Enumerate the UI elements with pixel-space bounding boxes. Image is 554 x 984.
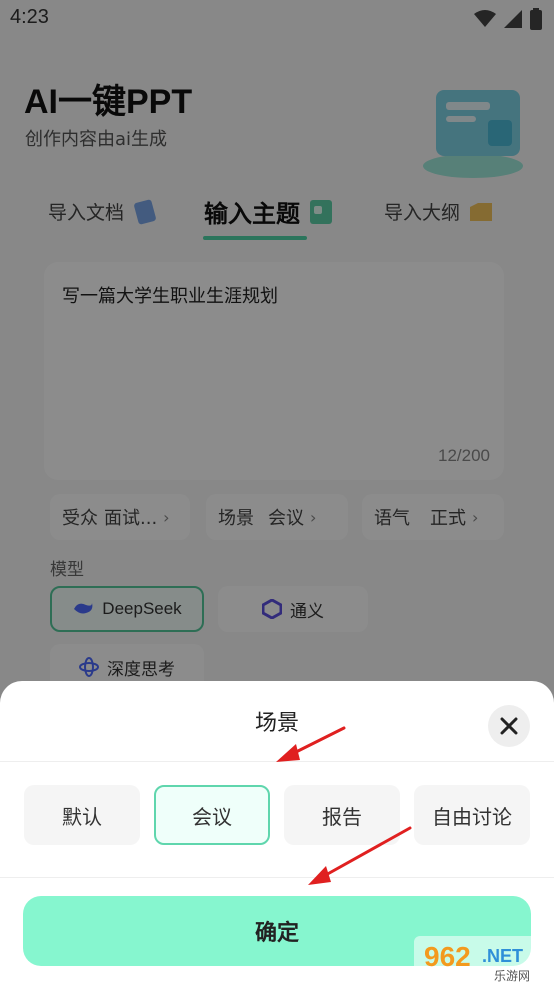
svg-text:.NET: .NET xyxy=(482,946,523,966)
site-watermark-logo: 962 .NET 乐游网 xyxy=(414,936,554,984)
divider xyxy=(0,761,554,762)
sheet-title: 场景 xyxy=(254,711,299,736)
option-label: 默认 xyxy=(62,804,102,829)
option-label: 会议 xyxy=(192,804,232,829)
scene-option-default[interactable]: 默认 xyxy=(24,785,140,845)
close-button[interactable] xyxy=(488,705,530,747)
svg-text:乐游网: 乐游网 xyxy=(494,969,530,983)
option-label: 自由讨论 xyxy=(432,804,512,829)
scene-option-free-discussion[interactable]: 自由讨论 xyxy=(414,785,530,845)
option-label: 报告 xyxy=(322,804,362,829)
scene-option-meeting[interactable]: 会议 xyxy=(154,785,270,845)
svg-text:962: 962 xyxy=(424,941,471,972)
scene-option-report[interactable]: 报告 xyxy=(284,785,400,845)
confirm-label: 确定 xyxy=(254,921,299,946)
close-icon xyxy=(500,717,518,735)
divider xyxy=(0,877,554,878)
